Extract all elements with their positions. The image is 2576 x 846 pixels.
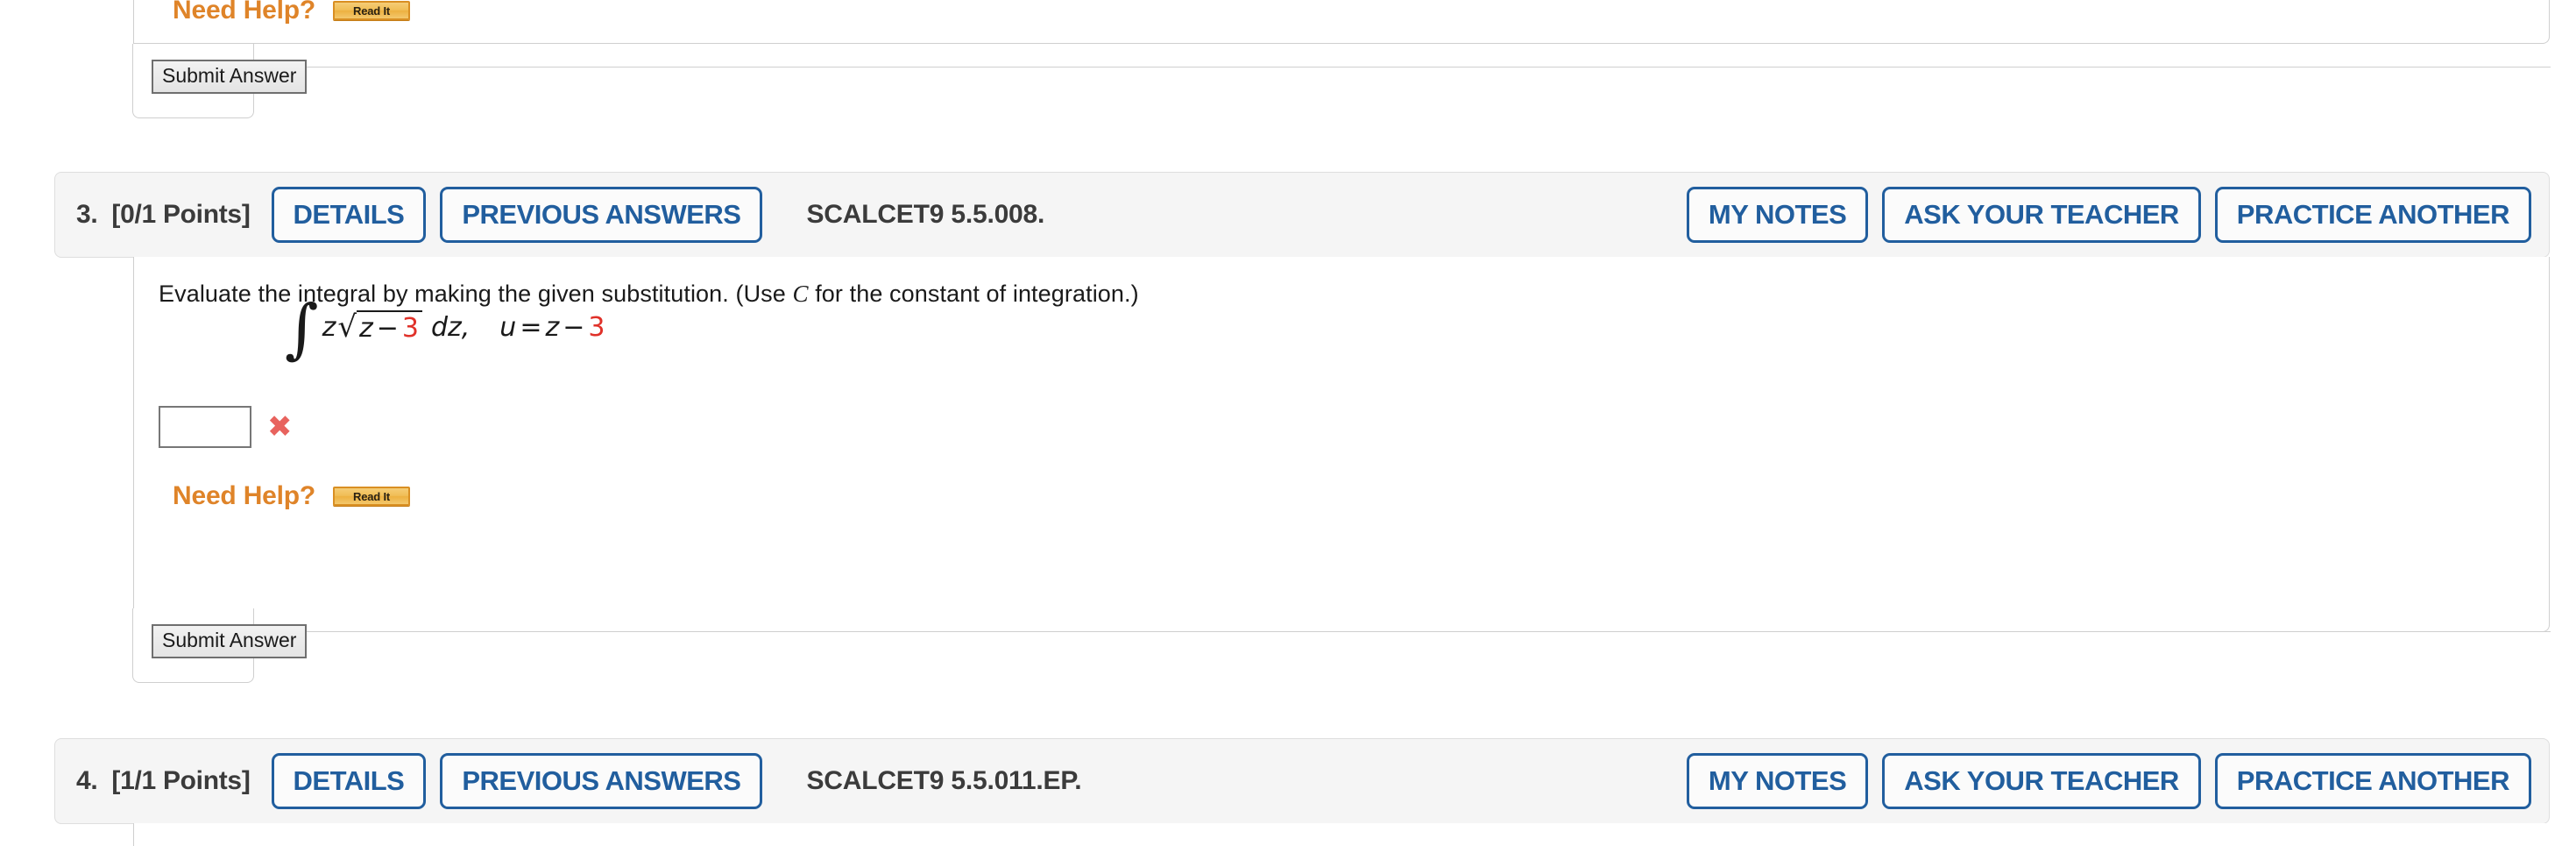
details-button[interactable]: DETAILS	[271, 753, 427, 809]
integrand-variable: z	[322, 311, 336, 343]
square-root-group: √ z −3	[337, 310, 422, 344]
question-points: [0/1 Points]	[111, 200, 251, 229]
question-2-submit-area: Submit Answer	[132, 44, 308, 118]
substitution-equals: =	[520, 311, 542, 343]
need-help-row-2: Need Help? Read It	[173, 0, 411, 25]
previous-answers-button[interactable]: PREVIOUS ANSWERS	[440, 753, 763, 809]
substitution-number: 3	[588, 311, 605, 343]
need-help-label: Need Help?	[173, 0, 316, 25]
differential: dz,	[430, 311, 471, 343]
question-3-answer-row: ✖	[159, 406, 293, 448]
question-2-body: Need Help? Read It	[133, 0, 2550, 44]
substitution-u: u	[499, 311, 517, 343]
answer-input[interactable]	[159, 406, 251, 448]
question-3-header-left: 3. [0/1 Points] DETAILS PREVIOUS ANSWERS…	[55, 187, 1044, 243]
question-4-header-right: MY NOTES ASK YOUR TEACHER PRACTICE ANOTH…	[1686, 753, 2549, 809]
read-it-button[interactable]: Read It	[333, 487, 411, 506]
question-2-divider	[191, 67, 2551, 68]
practice-another-button[interactable]: PRACTICE ANOTHER	[2214, 187, 2531, 243]
practice-another-button[interactable]: PRACTICE ANOTHER	[2214, 753, 2531, 809]
radicand-operator: −	[376, 313, 399, 345]
question-4-body	[133, 823, 2550, 846]
ask-your-teacher-button[interactable]: ASK YOUR TEACHER	[1882, 753, 2201, 809]
assignment-page: Need Help? Read It Submit Answer 3. [0/1…	[0, 0, 2576, 846]
question-3-header: 3. [0/1 Points] DETAILS PREVIOUS ANSWERS…	[54, 172, 2550, 258]
radicand-number: 3	[401, 313, 419, 345]
read-it-label: Read It	[353, 4, 390, 18]
question-4-header: 4. [1/1 Points] DETAILS PREVIOUS ANSWERS…	[54, 738, 2550, 824]
read-it-label: Read It	[353, 489, 390, 503]
submit-answer-button[interactable]: Submit Answer	[152, 624, 308, 658]
integral-sign-icon: ∫	[285, 291, 319, 366]
question-code: SCALCET9 5.5.008.	[806, 200, 1045, 229]
question-number: 3.	[76, 200, 98, 229]
question-4-header-left: 4. [1/1 Points] DETAILS PREVIOUS ANSWERS…	[55, 753, 1082, 809]
question-3-header-right: MY NOTES ASK YOUR TEACHER PRACTICE ANOTH…	[1686, 187, 2549, 243]
question-block-2-partial: Need Help? Read It Submit Answer	[0, 0, 2576, 140]
question-3-math-expression: ∫ z √ z −3 dz, u = z − 3	[285, 291, 605, 366]
question-3-body: Evaluate the integral by making the give…	[133, 257, 2550, 632]
question-3-submit-area: Submit Answer	[132, 608, 308, 683]
prompt-text-part2: for the constant of integration.)	[808, 281, 1139, 307]
prompt-constant-symbol: C	[792, 281, 809, 307]
read-it-button[interactable]: Read It	[333, 1, 411, 20]
details-button[interactable]: DETAILS	[271, 187, 427, 243]
my-notes-button[interactable]: MY NOTES	[1686, 753, 1869, 809]
need-help-row-3: Need Help? Read It	[173, 481, 411, 511]
ask-your-teacher-button[interactable]: ASK YOUR TEACHER	[1882, 187, 2201, 243]
question-3-divider	[191, 631, 2551, 632]
radicand: z −3	[356, 310, 422, 345]
question-number: 4.	[76, 766, 98, 795]
question-code: SCALCET9 5.5.011.EP.	[806, 766, 1082, 795]
prompt-text-part1: Evaluate the integral by making the give…	[159, 281, 793, 307]
my-notes-button[interactable]: MY NOTES	[1686, 187, 1869, 243]
radicand-variable: z	[358, 313, 373, 345]
previous-answers-button[interactable]: PREVIOUS ANSWERS	[440, 187, 763, 243]
need-help-label: Need Help?	[173, 481, 316, 510]
submit-answer-button[interactable]: Submit Answer	[152, 60, 308, 94]
substitution-operator: −	[563, 311, 585, 343]
incorrect-answer-icon: ✖	[267, 409, 293, 444]
question-points: [1/1 Points]	[111, 766, 251, 795]
substitution-variable: z	[545, 311, 560, 343]
radical-sign-icon: √	[337, 309, 357, 345]
